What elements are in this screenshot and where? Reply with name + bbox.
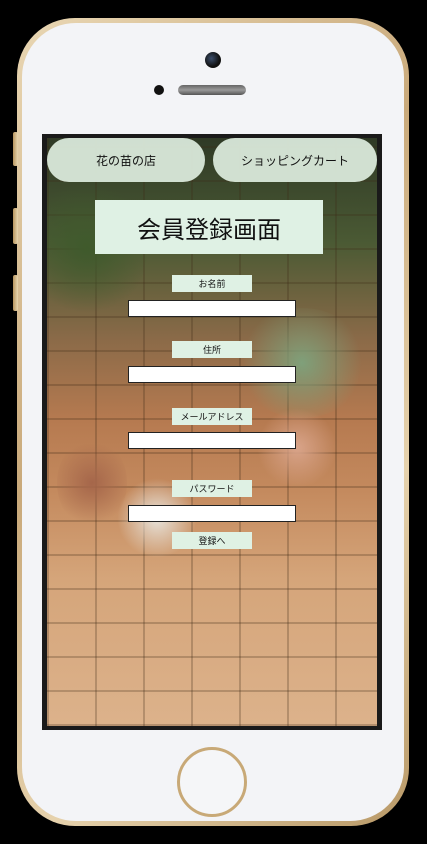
earpiece-speaker	[178, 85, 246, 95]
volume-up-button	[13, 208, 18, 244]
shopping-cart-nav-button[interactable]: ショッピングカート	[213, 138, 377, 182]
volume-down-button	[13, 275, 18, 311]
password-field[interactable]	[128, 505, 296, 522]
front-camera	[205, 52, 221, 68]
password-label: パスワード	[172, 480, 252, 497]
proximity-sensor	[154, 85, 164, 95]
app-screen: 花の苗の店 ショッピングカート 会員登録画面 お名前 住所 メールアドレス パス…	[47, 138, 377, 726]
home-button[interactable]	[177, 747, 247, 817]
mute-switch	[13, 132, 18, 166]
address-field[interactable]	[128, 366, 296, 383]
shop-nav-button[interactable]: 花の苗の店	[47, 138, 205, 182]
email-field[interactable]	[128, 432, 296, 449]
email-label: メールアドレス	[172, 408, 252, 425]
address-label: 住所	[172, 341, 252, 358]
page-title: 会員登録画面	[95, 200, 323, 254]
register-button[interactable]: 登録へ	[172, 532, 252, 549]
background-agave-plant	[237, 308, 367, 418]
name-field[interactable]	[128, 300, 296, 317]
name-label: お名前	[172, 275, 252, 292]
